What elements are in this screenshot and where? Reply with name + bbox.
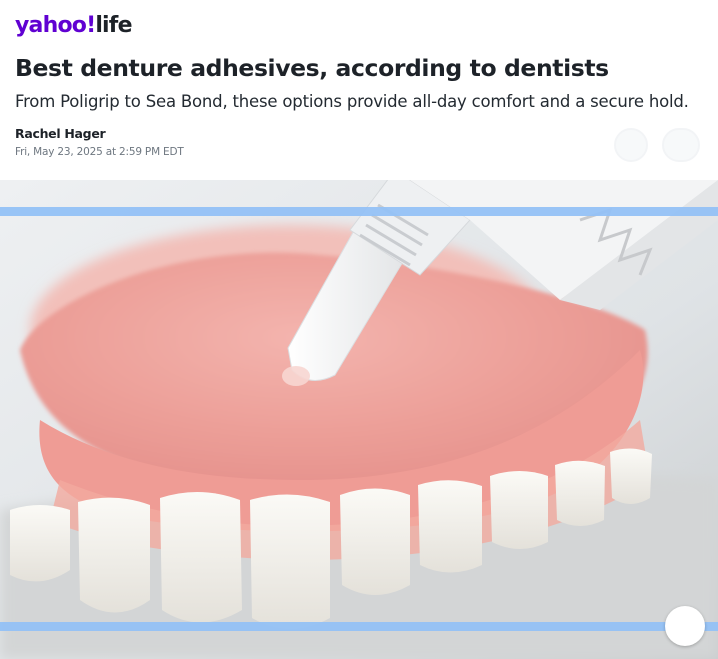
article-subheadline: From Poligrip to Sea Bond, these options… [15, 92, 689, 111]
share-icon[interactable] [614, 128, 648, 162]
denture-adhesive-photo [0, 180, 718, 659]
yahoo-life-logo[interactable]: yahoo!life [15, 12, 132, 40]
highlight-bar-top [0, 207, 718, 216]
publish-date: Fri, May 23, 2025 at 2:59 PM EDT [15, 146, 184, 158]
hero-image [0, 180, 718, 659]
logo-brand-text: yahoo! [15, 13, 96, 38]
article-headline: Best denture adhesives, according to den… [15, 54, 609, 82]
highlight-bar-bottom [0, 622, 718, 631]
author-name[interactable]: Rachel Hager [15, 126, 106, 141]
drag-handle[interactable] [665, 606, 705, 646]
logo-section-text: life [95, 13, 132, 38]
comment-icon[interactable] [662, 128, 700, 162]
